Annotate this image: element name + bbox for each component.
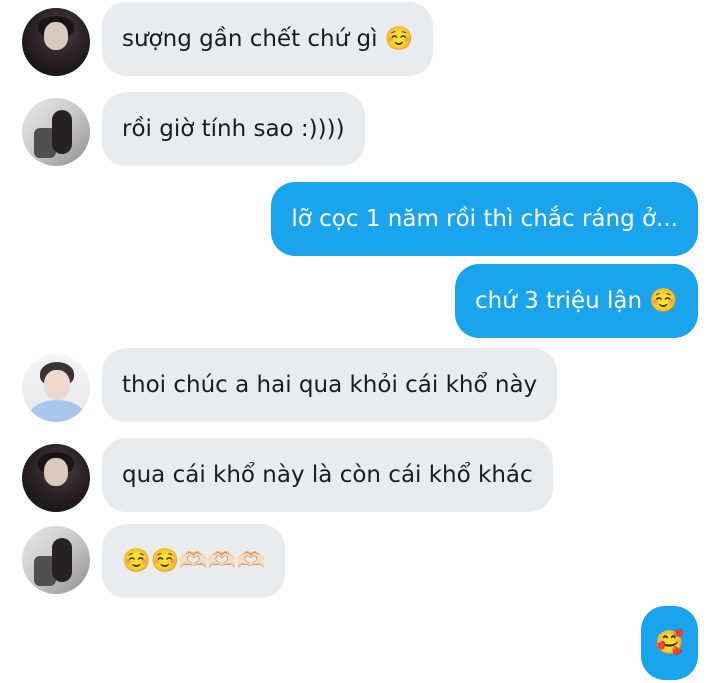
avatar-dark-hoodie[interactable] (22, 444, 90, 512)
message-text: rồi giờ tính sao :)))) (122, 116, 345, 142)
avatar-photo-room[interactable] (22, 526, 90, 594)
message-bubble-incoming[interactable]: qua cái khổ này là còn cái khổ khác (102, 438, 553, 512)
message-bubble-incoming[interactable]: rồi giờ tính sao :)))) (102, 92, 365, 166)
message-bubble-outgoing[interactable]: 🥰 (641, 606, 698, 680)
message-bubble-outgoing[interactable]: chứ 3 triệu lận ☺️ (455, 264, 698, 338)
message-text: lỡ cọc 1 năm rồi thì chắc ráng ở... (291, 206, 678, 232)
message-text: qua cái khổ này là còn cái khổ khác (122, 462, 533, 488)
message-text: chứ 3 triệu lận ☺️ (475, 288, 678, 314)
message-bubble-outgoing[interactable]: lỡ cọc 1 năm rồi thì chắc ráng ở... (271, 182, 698, 256)
avatar-light-shirt[interactable] (22, 354, 90, 422)
message-text: ☺️☺️🫶🏻🫶🏻🫶🏻 (122, 548, 266, 574)
avatar-photo-room[interactable] (22, 98, 90, 166)
message-text: 🥰 (655, 630, 684, 656)
message-text: thoi chúc a hai qua khỏi cái khổ này (122, 372, 538, 398)
message-bubble-incoming[interactable]: ☺️☺️🫶🏻🫶🏻🫶🏻 (102, 524, 286, 598)
avatar-dark-hoodie[interactable] (22, 8, 90, 76)
message-text: sượng gần chết chứ gì ☺️ (122, 26, 414, 52)
message-bubble-incoming[interactable]: sượng gần chết chứ gì ☺️ (102, 2, 434, 76)
message-bubble-incoming[interactable]: thoi chúc a hai qua khỏi cái khổ này (102, 348, 558, 422)
